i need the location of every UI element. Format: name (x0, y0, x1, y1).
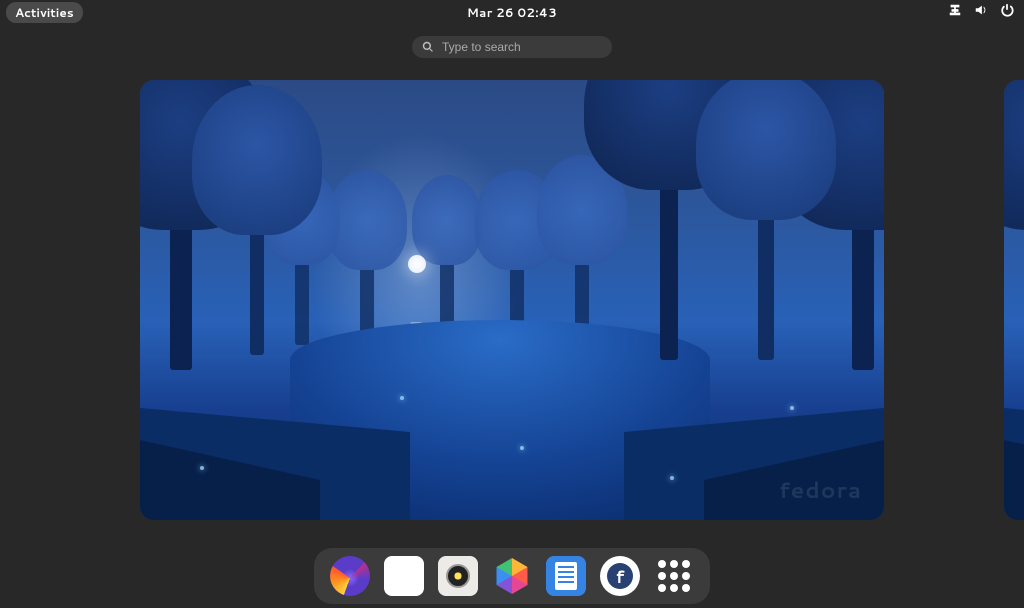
wallpaper: fedora (140, 80, 884, 520)
dock-item-software[interactable]: f (600, 556, 640, 596)
dock-item-firefox[interactable] (330, 556, 370, 596)
network-wired-icon[interactable] (948, 3, 962, 21)
dock-item-photos[interactable] (492, 556, 532, 596)
distro-watermark: fedora (779, 475, 862, 506)
dock-item-calendar[interactable] (384, 556, 424, 596)
power-icon[interactable] (1000, 3, 1014, 21)
clock[interactable]: Mar 26 02:43 (467, 4, 557, 21)
dock: f (314, 548, 710, 604)
search-input[interactable] (442, 40, 602, 54)
volume-icon[interactable] (974, 3, 988, 21)
search-bar[interactable] (412, 36, 612, 58)
dock-item-show-apps[interactable] (654, 556, 694, 596)
top-bar: Activities Mar 26 02:43 (0, 0, 1024, 24)
activities-button[interactable]: Activities (6, 2, 83, 23)
search-icon (422, 36, 434, 59)
status-area[interactable] (948, 3, 1018, 21)
workspace-2[interactable] (1004, 80, 1024, 520)
dock-item-text-editor[interactable] (546, 556, 586, 596)
dock-item-rhythmbox[interactable] (438, 556, 478, 596)
app-grid-icon (658, 560, 690, 592)
workspace-1[interactable]: fedora (140, 80, 884, 520)
